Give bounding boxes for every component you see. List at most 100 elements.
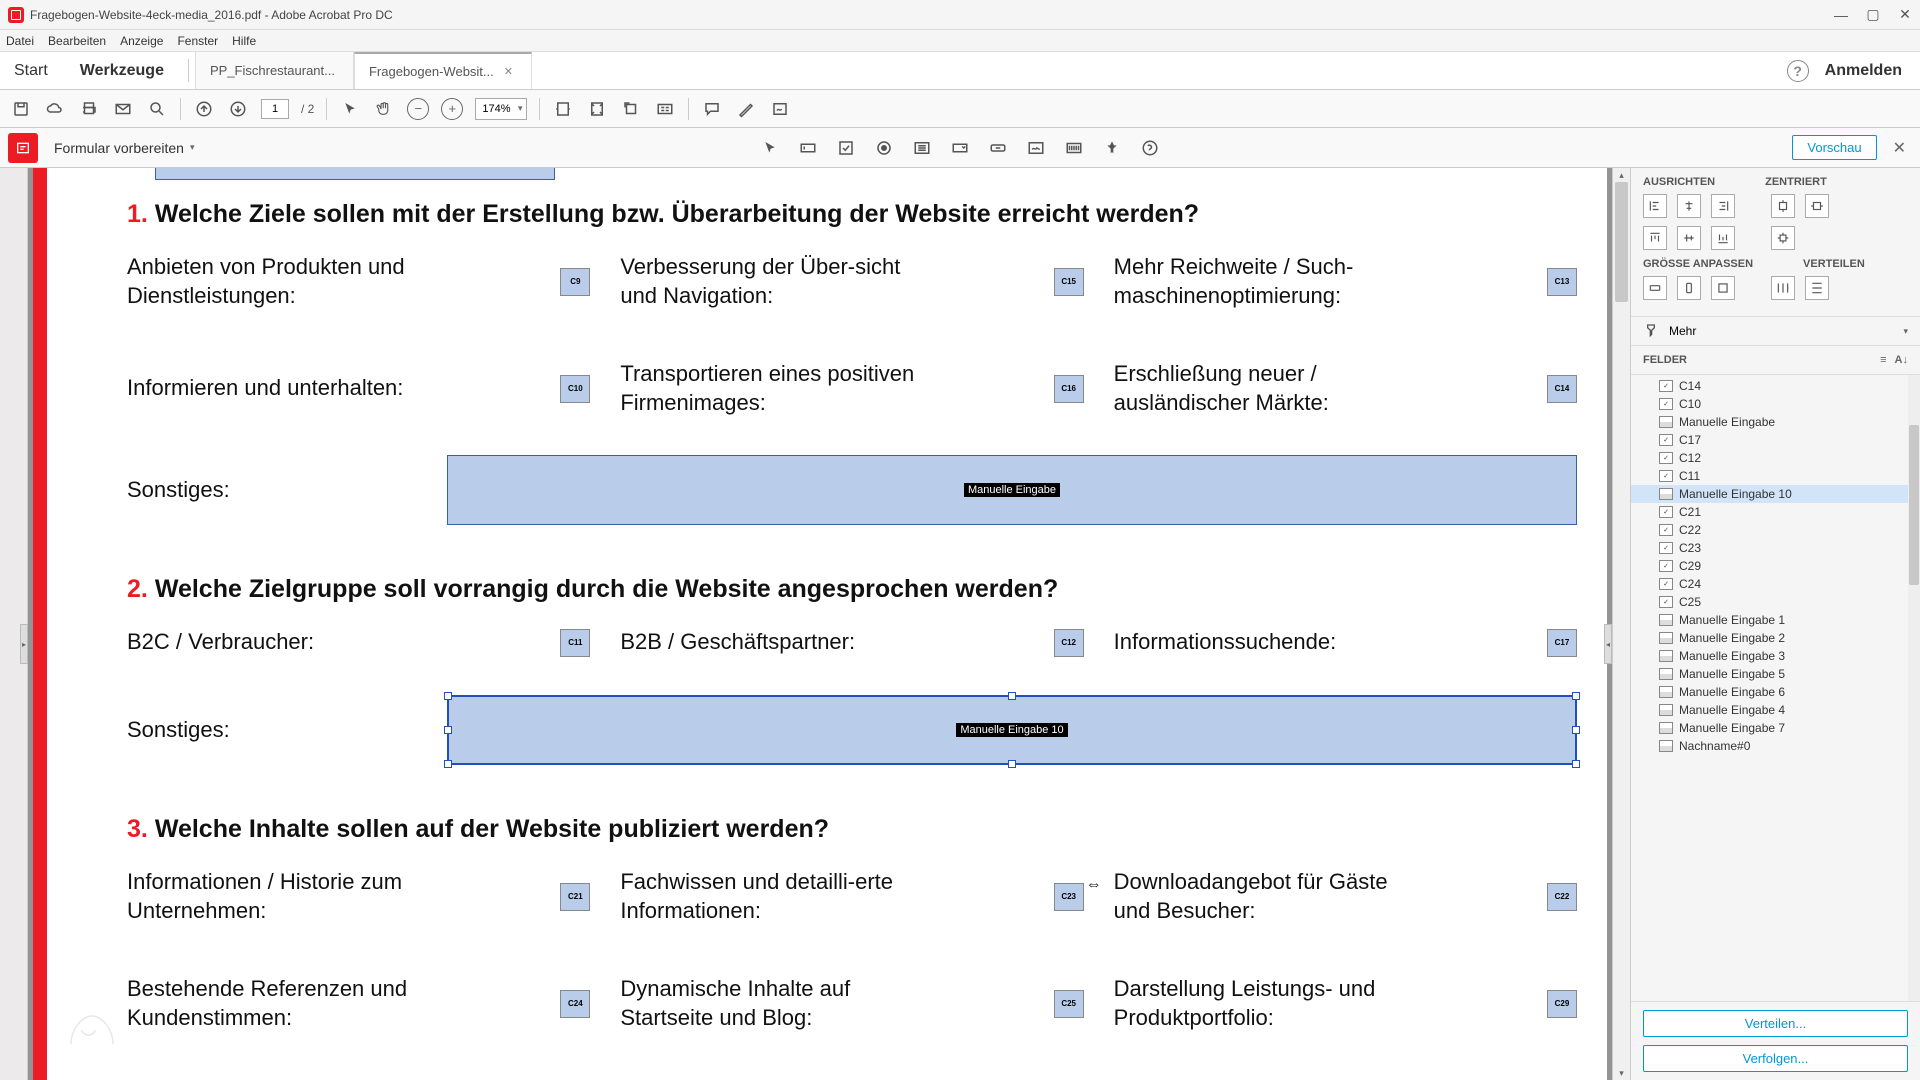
- fit-width-icon[interactable]: [552, 98, 574, 120]
- help-tool-icon[interactable]: [1138, 136, 1162, 160]
- list-tool-icon[interactable]: [910, 136, 934, 160]
- scroll-up-icon[interactable]: ▴: [1613, 168, 1630, 182]
- text-field-tool-icon[interactable]: [796, 136, 820, 160]
- checkbox-field[interactable]: C25: [1054, 990, 1084, 1018]
- field-list-item[interactable]: Manuelle Eingabe 2: [1631, 629, 1920, 647]
- center-h-icon[interactable]: [1771, 194, 1795, 218]
- align-top-icon[interactable]: [1643, 226, 1667, 250]
- reading-mode-icon[interactable]: [654, 98, 676, 120]
- field-list-item[interactable]: C25: [1631, 593, 1920, 611]
- resize-handle[interactable]: [444, 760, 452, 768]
- text-field-manuelle-eingabe-10[interactable]: Manuelle Eingabe 10: [447, 695, 1577, 765]
- checkbox-field[interactable]: C17: [1547, 629, 1577, 657]
- field-list-item[interactable]: Manuelle Eingabe 6: [1631, 683, 1920, 701]
- sort-icon[interactable]: ≡: [1880, 354, 1886, 366]
- align-bottom-icon[interactable]: [1711, 226, 1735, 250]
- zoom-out-icon[interactable]: −: [407, 98, 429, 120]
- hand-icon[interactable]: [373, 98, 395, 120]
- checkbox-field[interactable]: C24: [560, 990, 590, 1018]
- field-list-item[interactable]: C17: [1631, 431, 1920, 449]
- checkbox-field[interactable]: C23: [1054, 883, 1084, 911]
- document-scroll[interactable]: 1. Welche Ziele sollen mit der Erstellun…: [28, 168, 1612, 1080]
- align-left-icon[interactable]: [1643, 194, 1667, 218]
- save-icon[interactable]: [10, 98, 32, 120]
- pdf-page[interactable]: 1. Welche Ziele sollen mit der Erstellun…: [47, 168, 1607, 1080]
- field-list-item[interactable]: C29: [1631, 557, 1920, 575]
- menu-bearbeiten[interactable]: Bearbeiten: [48, 34, 106, 48]
- print-icon[interactable]: [78, 98, 100, 120]
- close-button[interactable]: ✕: [1898, 8, 1912, 22]
- fit-page-icon[interactable]: [586, 98, 608, 120]
- rotate-icon[interactable]: [620, 98, 642, 120]
- field-list-item[interactable]: C12: [1631, 449, 1920, 467]
- signin-button[interactable]: Anmelden: [1825, 62, 1902, 80]
- distribute-h-icon[interactable]: [1771, 276, 1795, 300]
- tab-pp-fischrestaurant[interactable]: PP_Fischrestaurant...: [195, 52, 354, 89]
- preview-button[interactable]: Vorschau: [1792, 135, 1876, 160]
- pin-icon[interactable]: [1100, 136, 1124, 160]
- field-list-item[interactable]: Manuelle Eingabe 1: [1631, 611, 1920, 629]
- field-list-item[interactable]: C21: [1631, 503, 1920, 521]
- match-width-icon[interactable]: [1643, 276, 1667, 300]
- field-list-item[interactable]: Manuelle Eingabe 4: [1631, 701, 1920, 719]
- sort-az-icon[interactable]: A↓: [1895, 354, 1908, 366]
- checkbox-field[interactable]: C22: [1547, 883, 1577, 911]
- checkbox-field[interactable]: C13: [1547, 268, 1577, 296]
- checkbox-field[interactable]: C11: [560, 629, 590, 657]
- tools-button[interactable]: Werkzeuge: [62, 52, 182, 89]
- field-list-scrollbar[interactable]: [1908, 375, 1920, 1001]
- vertical-scrollbar[interactable]: ▴ ▾: [1612, 168, 1630, 1080]
- menu-anzeige[interactable]: Anzeige: [120, 34, 163, 48]
- menu-datei[interactable]: Datei: [6, 34, 34, 48]
- menu-fenster[interactable]: Fenster: [177, 34, 218, 48]
- checkbox-field[interactable]: C16: [1054, 375, 1084, 403]
- zoom-in-icon[interactable]: +: [441, 98, 463, 120]
- field-list-item[interactable]: C14: [1631, 377, 1920, 395]
- close-toolbar-icon[interactable]: ✕: [1887, 138, 1912, 158]
- menu-hilfe[interactable]: Hilfe: [232, 34, 256, 48]
- partial-field-top[interactable]: [155, 168, 555, 180]
- zoom-select[interactable]: 174%: [475, 98, 527, 120]
- text-field-manuelle-eingabe[interactable]: Manuelle Eingabe: [447, 455, 1577, 525]
- button-tool-icon[interactable]: [986, 136, 1010, 160]
- signature-tool-icon[interactable]: [1024, 136, 1048, 160]
- resize-handle[interactable]: [1572, 726, 1580, 734]
- resize-handle[interactable]: [1008, 760, 1016, 768]
- scroll-thumb[interactable]: [1615, 182, 1628, 302]
- radio-tool-icon[interactable]: [872, 136, 896, 160]
- tab-close-icon[interactable]: ✕: [504, 65, 513, 78]
- verfolgen-button[interactable]: Verfolgen...: [1643, 1045, 1908, 1072]
- form-mode-dropdown[interactable]: Formular vorbereiten: [46, 136, 202, 160]
- resize-handle[interactable]: [1572, 692, 1580, 700]
- form-tool-icon[interactable]: [8, 133, 38, 163]
- prev-page-icon[interactable]: [193, 98, 215, 120]
- field-list-item[interactable]: Manuelle Eingabe 5: [1631, 665, 1920, 683]
- field-list-item[interactable]: C23: [1631, 539, 1920, 557]
- cloud-icon[interactable]: [44, 98, 66, 120]
- resize-handle[interactable]: [444, 726, 452, 734]
- verteilen-button[interactable]: Verteilen...: [1643, 1010, 1908, 1037]
- field-list-item[interactable]: Manuelle Eingabe: [1631, 413, 1920, 431]
- align-middle-icon[interactable]: [1677, 226, 1701, 250]
- center-both-icon[interactable]: [1771, 226, 1795, 250]
- align-right-icon[interactable]: [1711, 194, 1735, 218]
- field-list-item[interactable]: Nachname#0: [1631, 737, 1920, 755]
- center-v-icon[interactable]: [1805, 194, 1829, 218]
- tab-fragebogen[interactable]: Fragebogen-Websit... ✕: [354, 52, 532, 89]
- expand-right-icon[interactable]: ◂: [1604, 624, 1612, 664]
- distribute-v-icon[interactable]: [1805, 276, 1829, 300]
- search-icon[interactable]: [146, 98, 168, 120]
- checkbox-field[interactable]: C21: [560, 883, 590, 911]
- email-icon[interactable]: [112, 98, 134, 120]
- resize-handle[interactable]: [1008, 692, 1016, 700]
- dropdown-tool-icon[interactable]: [948, 136, 972, 160]
- help-icon[interactable]: ?: [1787, 60, 1809, 82]
- checkbox-tool-icon[interactable]: [834, 136, 858, 160]
- resize-handle[interactable]: [1572, 760, 1580, 768]
- sign-icon[interactable]: [769, 98, 791, 120]
- barcode-tool-icon[interactable]: [1062, 136, 1086, 160]
- minimize-button[interactable]: —: [1834, 8, 1848, 22]
- select-tool-icon[interactable]: [758, 136, 782, 160]
- checkbox-field[interactable]: C29: [1547, 990, 1577, 1018]
- maximize-button[interactable]: ▢: [1866, 8, 1880, 22]
